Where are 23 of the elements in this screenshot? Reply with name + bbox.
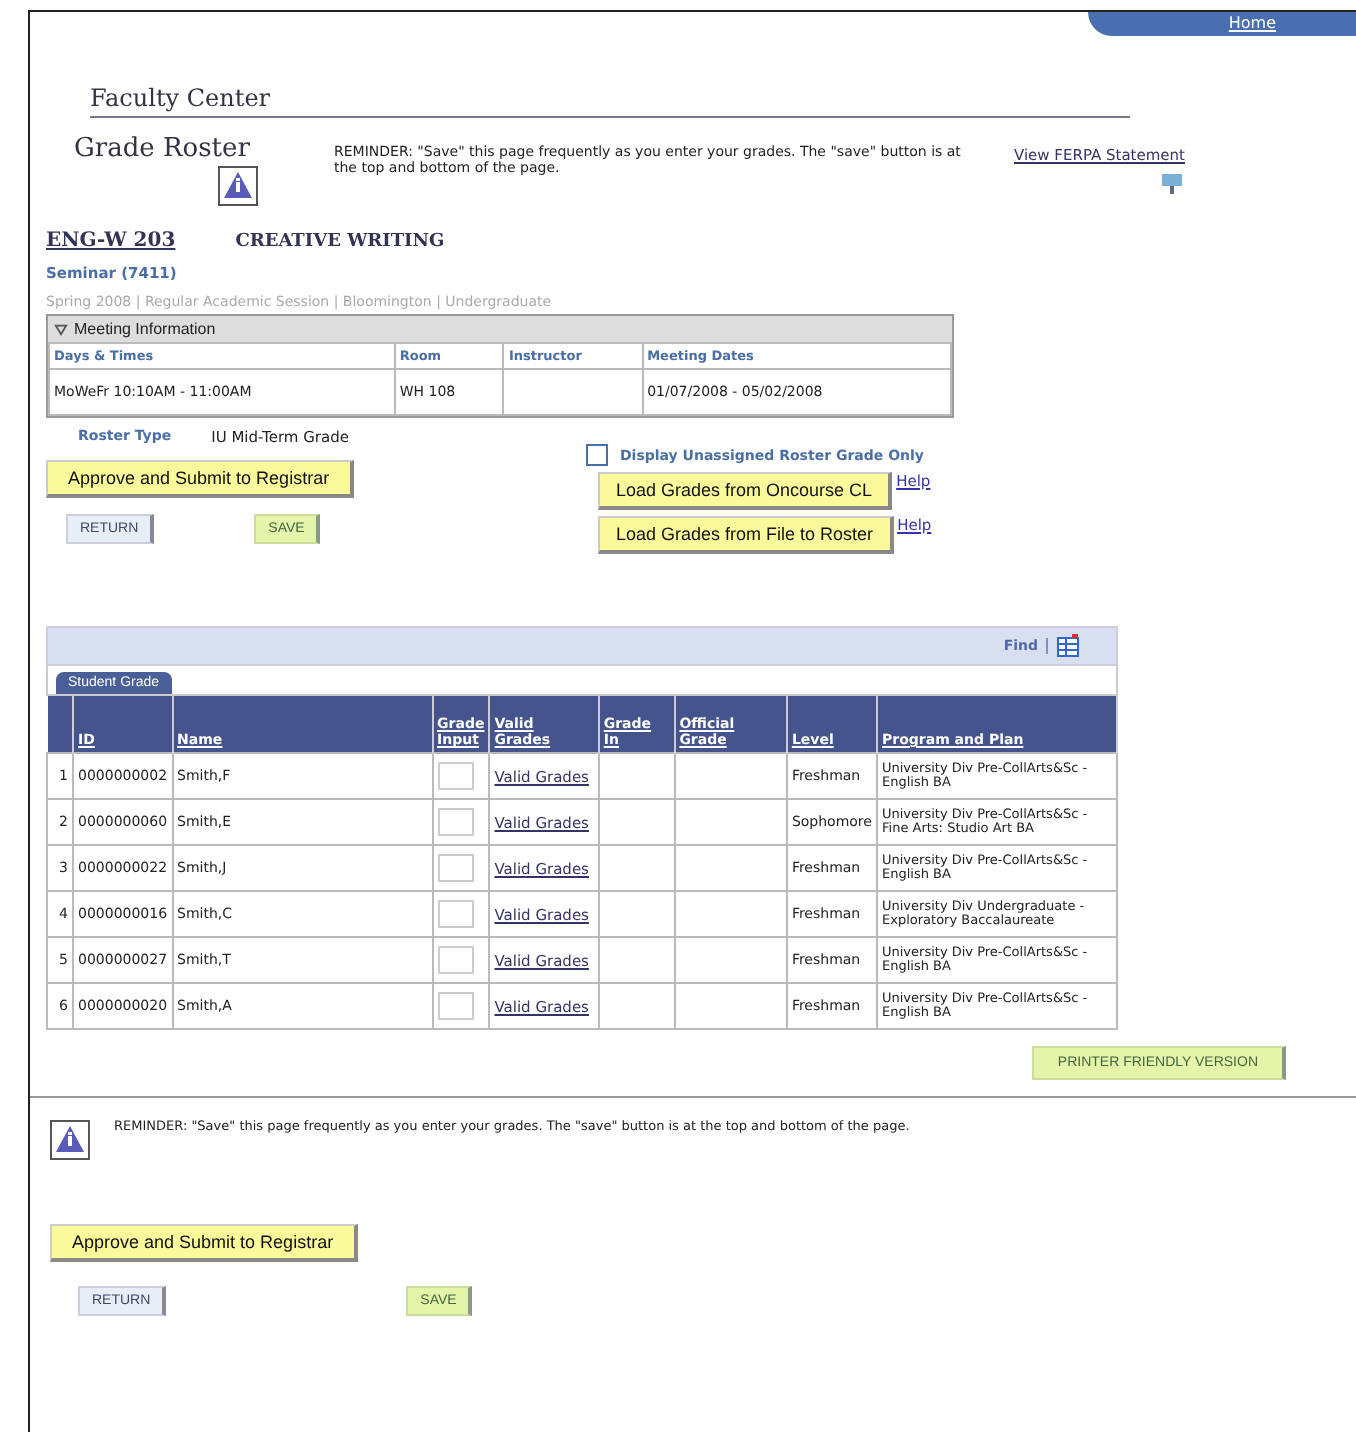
course-title: CREATIVE WRITING <box>235 231 445 251</box>
info-icon <box>50 1120 90 1160</box>
grid-icon[interactable] <box>1056 634 1080 658</box>
approve-button[interactable]: Approve and Submit to Registrar <box>50 1224 358 1262</box>
checkbox[interactable] <box>586 444 608 466</box>
collapse-icon[interactable] <box>54 322 68 336</box>
grade-input[interactable] <box>437 992 474 1020</box>
load-grades-button[interactable]: Load Grades from Oncourse CL <box>598 472 893 510</box>
grade-input[interactable] <box>437 808 474 836</box>
page-title: Faculty Center <box>90 84 1130 118</box>
grade-input[interactable] <box>437 854 474 882</box>
grade-input[interactable] <box>437 900 474 928</box>
approve-button[interactable]: Approve and Submit to Registrar <box>46 460 354 498</box>
home-link[interactable]: Home <box>1088 12 1356 36</box>
grade-input[interactable] <box>437 946 474 974</box>
meeting-title: Meeting Information <box>74 320 216 338</box>
sign-icon[interactable] <box>1160 172 1185 196</box>
info-icon <box>218 166 258 206</box>
load-grades-button[interactable]: Load Grades from File to Roster <box>598 516 894 554</box>
grade-input[interactable] <box>437 762 474 790</box>
table-cell <box>503 369 643 415</box>
section-title: Grade Roster <box>74 134 252 164</box>
course-code-link[interactable]: ENG-W 203 <box>46 230 176 252</box>
